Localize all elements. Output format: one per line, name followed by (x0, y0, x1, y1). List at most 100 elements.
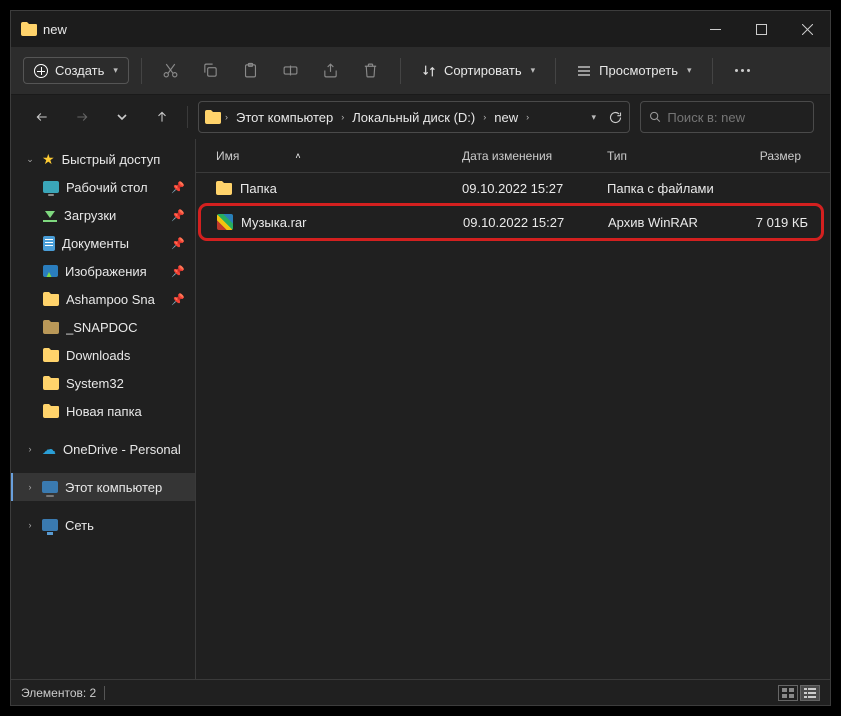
column-type[interactable]: Тип (599, 149, 733, 163)
sidebar-item-downloads[interactable]: Загрузки 📌 (11, 201, 195, 229)
breadcrumb-drive[interactable]: Локальный диск (D:) (348, 108, 479, 127)
breadcrumb-this-pc[interactable]: Этот компьютер (232, 108, 337, 127)
document-icon (43, 236, 55, 251)
chevron-down-icon: ▾ (531, 65, 536, 76)
file-type: Папка с файлами (599, 181, 733, 196)
view-toggle (778, 685, 820, 701)
address-row: › Этот компьютер › Локальный диск (D:) ›… (11, 95, 830, 139)
sort-asc-icon: ˄ (295, 151, 300, 161)
share-button[interactable] (314, 54, 348, 88)
folder-icon (43, 376, 59, 390)
sidebar-quick-access[interactable]: ⌄ ★ Быстрый доступ (11, 145, 195, 173)
folder-icon (216, 181, 232, 195)
chevron-down-icon[interactable]: ▾ (591, 112, 596, 123)
file-pane: Имя ˄ Дата изменения Тип Размер Папка 09… (196, 139, 830, 679)
download-icon (43, 208, 57, 222)
separator (104, 686, 105, 700)
address-bar[interactable]: › Этот компьютер › Локальный диск (D:) ›… (198, 101, 630, 133)
sidebar-item-ashampoo[interactable]: Ashampoo Sna 📌 (11, 285, 195, 313)
folder-icon (43, 292, 59, 306)
chevron-down-icon: ▾ (113, 65, 118, 76)
file-row-folder[interactable]: Папка 09.10.2022 15:27 Папка с файлами (196, 173, 830, 203)
close-button[interactable] (784, 11, 830, 47)
column-size[interactable]: Размер (733, 149, 809, 163)
sort-label: Сортировать (444, 63, 522, 78)
pin-icon: 📌 (171, 181, 189, 194)
chevron-right-icon[interactable]: › (25, 520, 35, 530)
sidebar-item-downloads-2[interactable]: Downloads (11, 341, 195, 369)
window-controls (692, 11, 830, 47)
toolbar: Создать ▾ Сортировать ▾ Просмотреть ▾ (11, 47, 830, 95)
create-button[interactable]: Создать ▾ (23, 57, 129, 84)
column-header: Имя ˄ Дата изменения Тип Размер (196, 139, 830, 173)
breadcrumb-folder[interactable]: new (490, 108, 522, 127)
view-details-button[interactable] (800, 685, 820, 701)
star-icon: ★ (42, 151, 55, 168)
chevron-down-icon[interactable]: ⌄ (25, 154, 35, 165)
sidebar-item-snapdoc[interactable]: _SNAPDOC (11, 313, 195, 341)
sidebar-item-system32[interactable]: System32 (11, 369, 195, 397)
file-size: 7 019 КБ (734, 215, 810, 230)
back-button[interactable] (27, 102, 57, 132)
file-date: 09.10.2022 15:27 (454, 181, 599, 196)
refresh-button[interactable] (608, 110, 623, 125)
chevron-right-icon[interactable]: › (526, 112, 529, 122)
folder-icon (43, 348, 59, 362)
column-name[interactable]: Имя ˄ (208, 149, 454, 163)
separator (187, 106, 188, 128)
explorer-window: new Создать ▾ Сортировать ▾ Просмотрет (10, 10, 831, 706)
chevron-right-icon[interactable]: › (483, 112, 486, 122)
create-label: Создать (55, 63, 104, 78)
folder-icon (205, 110, 221, 124)
up-button[interactable] (147, 102, 177, 132)
search-box[interactable] (640, 101, 814, 133)
sidebar-item-pictures[interactable]: Изображения 📌 (11, 257, 195, 285)
pin-icon: 📌 (171, 237, 189, 250)
chevron-right-icon[interactable]: › (225, 112, 228, 122)
maximize-button[interactable] (738, 11, 784, 47)
view-button[interactable]: Просмотреть ▾ (568, 59, 699, 83)
sidebar-network[interactable]: › Сеть (11, 511, 195, 539)
file-date: 09.10.2022 15:27 (455, 215, 600, 230)
pin-icon: 📌 (171, 265, 189, 278)
separator (555, 58, 556, 84)
sidebar-item-new-folder[interactable]: Новая папка (11, 397, 195, 425)
search-input[interactable] (667, 110, 805, 125)
file-type: Архив WinRAR (600, 215, 734, 230)
desktop-icon (43, 181, 59, 193)
file-row-rar[interactable]: Музыка.rar 09.10.2022 15:27 Архив WinRAR… (198, 203, 824, 241)
network-icon (42, 519, 58, 531)
minimize-button[interactable] (692, 11, 738, 47)
cut-button[interactable] (154, 54, 188, 88)
chevron-right-icon[interactable]: › (25, 444, 35, 454)
folder-icon (43, 320, 59, 334)
file-name: Папка (240, 181, 277, 196)
folder-icon (43, 404, 59, 418)
titlebar: new (11, 11, 830, 47)
recent-button[interactable] (107, 102, 137, 132)
view-thumbnails-button[interactable] (778, 685, 798, 701)
rename-button[interactable] (274, 54, 308, 88)
image-icon (43, 265, 58, 277)
separator (712, 58, 713, 84)
sidebar-onedrive[interactable]: › ☁ OneDrive - Personal (11, 435, 195, 463)
sort-button[interactable]: Сортировать ▾ (413, 59, 543, 83)
view-icon (576, 63, 592, 79)
sort-icon (421, 63, 437, 79)
column-date[interactable]: Дата изменения (454, 149, 599, 163)
sidebar: ⌄ ★ Быстрый доступ Рабочий стол 📌 Загруз… (11, 139, 196, 679)
chevron-right-icon[interactable]: › (25, 482, 35, 492)
folder-icon (21, 22, 37, 36)
sidebar-item-desktop[interactable]: Рабочий стол 📌 (11, 173, 195, 201)
pin-icon: 📌 (171, 209, 189, 222)
chevron-right-icon[interactable]: › (341, 112, 344, 122)
paste-button[interactable] (234, 54, 268, 88)
forward-button[interactable] (67, 102, 97, 132)
copy-button[interactable] (194, 54, 228, 88)
sidebar-item-documents[interactable]: Документы 📌 (11, 229, 195, 257)
sidebar-this-pc[interactable]: › Этот компьютер (11, 473, 195, 501)
delete-button[interactable] (354, 54, 388, 88)
window-title: new (43, 22, 67, 37)
more-button[interactable] (729, 65, 756, 76)
rar-icon (217, 214, 233, 230)
